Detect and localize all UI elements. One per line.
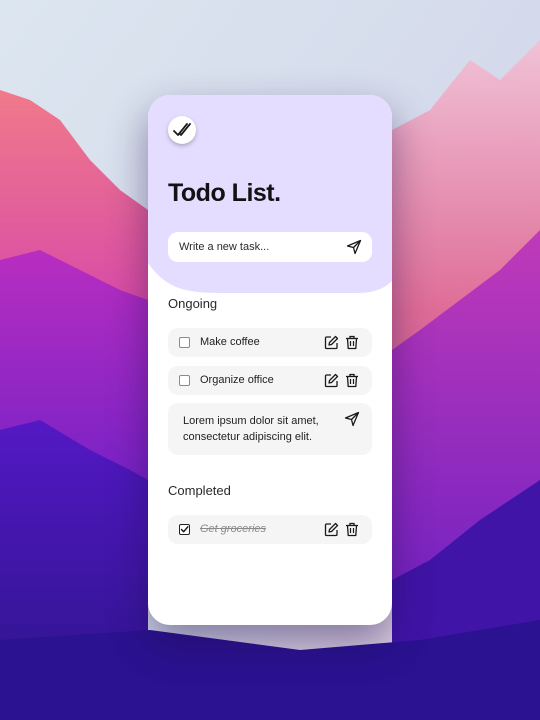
new-task-input[interactable] <box>179 241 339 253</box>
task-row: Make coffee <box>168 328 372 357</box>
send-icon[interactable] <box>344 411 360 427</box>
task-edit-box[interactable]: Lorem ipsum dolor sit amet, consectetur … <box>168 403 372 455</box>
trash-icon[interactable] <box>345 522 359 537</box>
edit-icon[interactable] <box>324 373 339 388</box>
task-label-completed: Get groceries <box>200 523 267 535</box>
ongoing-heading: Ongoing <box>168 296 218 311</box>
trash-icon[interactable] <box>345 373 359 388</box>
task-label: Organize office <box>200 374 274 386</box>
task-checkbox[interactable] <box>179 375 190 386</box>
todo-app-card: Todo List. Ongoing Make coffee Organize … <box>148 95 392 625</box>
double-check-icon <box>173 123 191 136</box>
task-row: Organize office <box>168 366 372 395</box>
task-checkbox-checked[interactable] <box>179 524 190 535</box>
check-icon <box>180 526 189 533</box>
task-checkbox[interactable] <box>179 337 190 348</box>
app-logo-button[interactable] <box>168 116 196 144</box>
edit-icon[interactable] <box>324 522 339 537</box>
trash-icon[interactable] <box>345 335 359 350</box>
task-edit-text[interactable]: Lorem ipsum dolor sit amet, consectetur … <box>183 413 333 445</box>
edit-icon[interactable] <box>324 335 339 350</box>
page-title: Todo List. <box>168 179 281 207</box>
completed-heading: Completed <box>168 483 231 498</box>
task-row: Get groceries <box>168 515 372 544</box>
send-icon[interactable] <box>346 239 362 255</box>
task-label: Make coffee <box>200 336 260 348</box>
new-task-field[interactable] <box>168 232 372 262</box>
